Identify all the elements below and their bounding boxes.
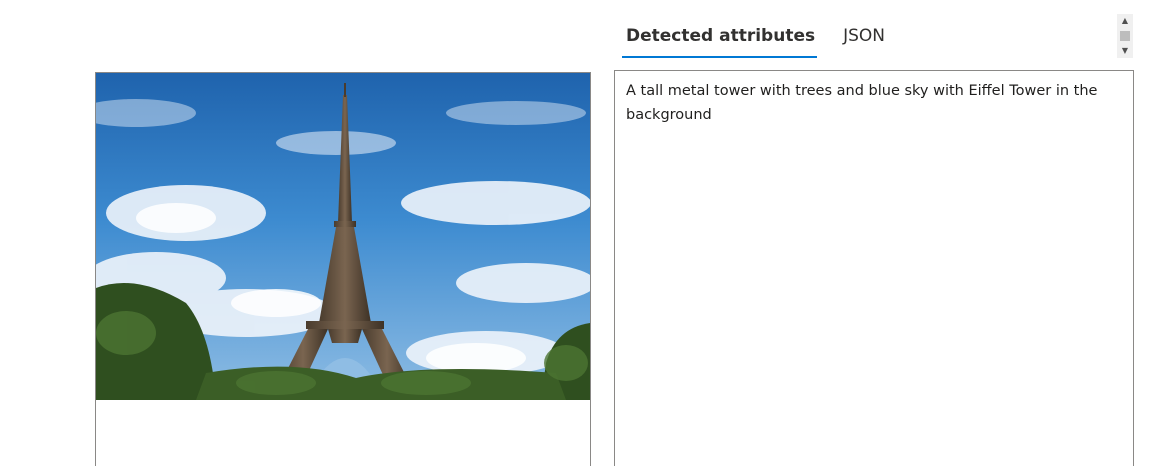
tab-json[interactable]: JSON: [843, 24, 885, 56]
result-tabs: Detected attributes JSON: [621, 24, 913, 58]
tab-detected-attributes[interactable]: Detected attributes: [621, 24, 818, 58]
scroll-thumb[interactable]: [1120, 31, 1130, 41]
detected-attributes-output: A tall metal tower with trees and blue s…: [614, 70, 1134, 466]
page: Detected attributes JSON ▲ ▼ A tall meta…: [0, 0, 1174, 466]
scroll-down-arrow-icon[interactable]: ▼: [1117, 45, 1133, 57]
eiffel-tower-photo: [96, 73, 590, 400]
image-preview-panel: [95, 72, 591, 466]
scrollbar[interactable]: ▲ ▼: [1117, 14, 1133, 58]
caption-text: A tall metal tower with trees and blue s…: [626, 83, 1098, 123]
scroll-up-arrow-icon[interactable]: ▲: [1117, 15, 1133, 27]
